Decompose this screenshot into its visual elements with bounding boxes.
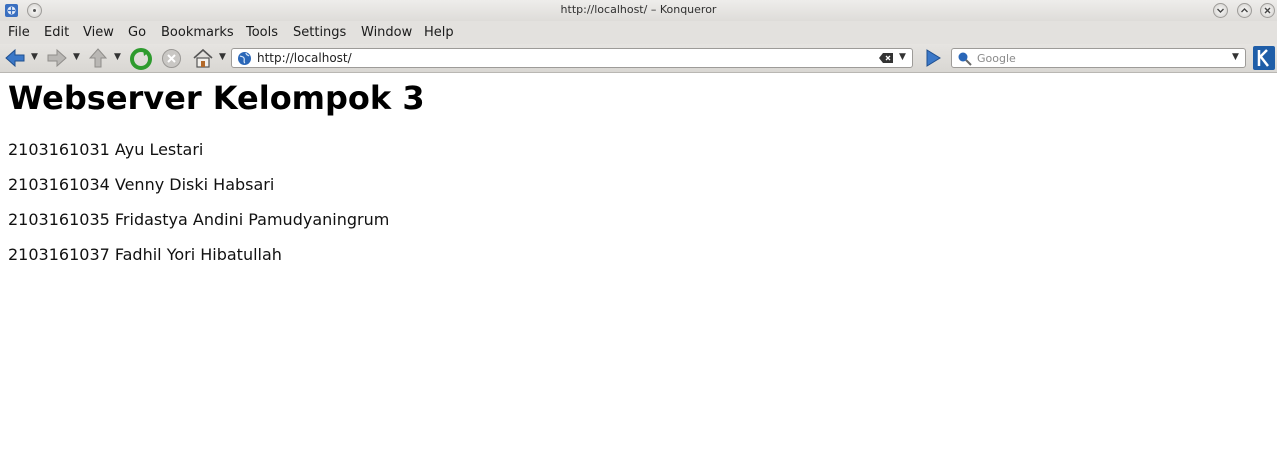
close-icon	[1264, 7, 1271, 14]
menu-bookmarks[interactable]: Bookmarks	[161, 25, 234, 40]
menu-settings[interactable]: Settings	[293, 25, 346, 40]
menu-view[interactable]: View	[83, 25, 114, 40]
search-engine-icon	[958, 52, 972, 66]
page-heading: Webserver Kelompok 3	[8, 79, 425, 117]
chevron-down-icon	[1217, 8, 1224, 13]
menu-file[interactable]: File	[8, 25, 30, 40]
home-dropdown[interactable]: ▼	[219, 52, 226, 62]
location-url-text[interactable]: http://localhost/	[257, 51, 352, 65]
navigation-toolbar: ▼ ▼ ▼ ▼ http://localhost/ ▼ Google ▼	[0, 44, 1277, 73]
search-bar[interactable]: Google ▼	[951, 48, 1246, 68]
back-history-dropdown[interactable]: ▼	[31, 52, 38, 62]
back-arrow-icon[interactable]	[4, 48, 26, 68]
title-bar: http://localhost/ – Konqueror	[0, 0, 1277, 21]
stop-icon[interactable]	[161, 48, 182, 69]
location-history-dropdown[interactable]: ▼	[899, 52, 906, 62]
member-item: 2103161037 Fadhil Yori Hibatullah	[8, 245, 282, 264]
search-placeholder: Google	[977, 52, 1016, 65]
member-item: 2103161031 Ayu Lestari	[8, 140, 204, 159]
go-arrow-icon[interactable]	[923, 48, 943, 68]
clear-location-icon[interactable]	[879, 52, 894, 64]
reload-icon[interactable]	[130, 48, 152, 70]
web-content-area: Webserver Kelompok 3 2103161031 Ayu Lest…	[0, 73, 1277, 461]
menu-tools[interactable]: Tools	[246, 25, 278, 40]
search-engine-dropdown[interactable]: ▼	[1232, 52, 1239, 62]
home-icon[interactable]	[192, 48, 214, 69]
member-item: 2103161035 Fridastya Andini Pamudyaningr…	[8, 210, 390, 229]
menu-help[interactable]: Help	[424, 25, 454, 40]
menu-window[interactable]: Window	[361, 25, 412, 40]
up-dropdown[interactable]: ▼	[114, 52, 121, 62]
maximize-button[interactable]	[1237, 3, 1252, 18]
menu-go[interactable]: Go	[128, 25, 146, 40]
location-bar[interactable]: http://localhost/ ▼	[231, 48, 913, 68]
chevron-up-icon	[1241, 8, 1248, 13]
menu-bar: File Edit View Go Bookmarks Tools Settin…	[0, 21, 1277, 44]
forward-arrow-icon[interactable]	[46, 48, 68, 68]
up-arrow-icon[interactable]	[88, 48, 108, 68]
member-item: 2103161034 Venny Diski Habsari	[8, 175, 275, 194]
forward-history-dropdown[interactable]: ▼	[73, 52, 80, 62]
window-title: http://localhost/ – Konqueror	[560, 3, 717, 16]
minimize-button[interactable]	[1213, 3, 1228, 18]
kde-logo-icon[interactable]	[1253, 46, 1275, 70]
globe-icon	[238, 52, 251, 65]
close-button[interactable]	[1260, 3, 1275, 18]
menu-edit[interactable]: Edit	[44, 25, 69, 40]
